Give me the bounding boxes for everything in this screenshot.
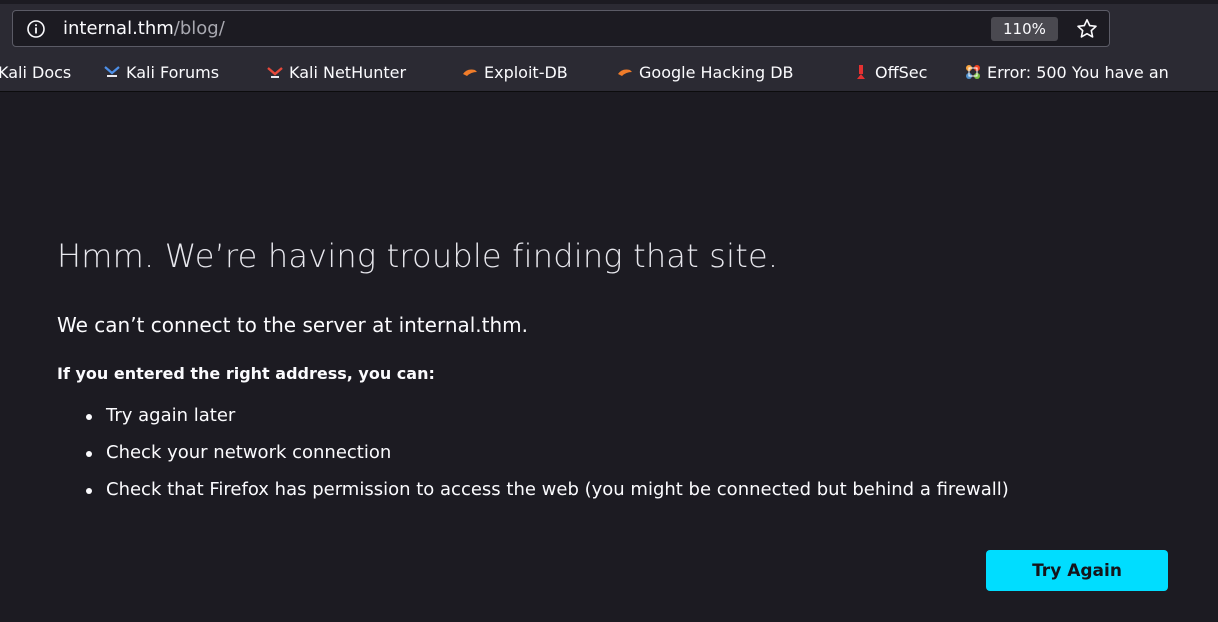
bookmark-label: Kali Forums — [126, 63, 220, 82]
list-item: Check your network connection — [84, 441, 1009, 478]
bookmark-label: Google Hacking DB — [639, 63, 794, 82]
joomla-icon — [966, 65, 980, 79]
try-again-button[interactable]: Try Again — [986, 550, 1168, 591]
page-title: Hmm. We’re having trouble finding that s… — [57, 237, 779, 275]
exploit-db-icon — [463, 69, 477, 76]
tab-strip-edge — [0, 0, 1218, 4]
bookmark-label: Exploit-DB — [484, 63, 568, 82]
zoom-indicator[interactable]: 110% — [991, 17, 1058, 41]
bookmark-error-500[interactable]: Error: 500 You have an — [964, 62, 1169, 84]
bookmark-label: Error: 500 You have an — [987, 63, 1169, 82]
kali-forums-icon — [104, 66, 120, 77]
ghdb-icon — [618, 69, 632, 76]
suggestions-heading: If you entered the right address, you ca… — [57, 364, 435, 383]
bookmark-star-icon[interactable] — [1075, 17, 1099, 41]
bookmark-exploit-db[interactable]: Exploit-DB — [461, 62, 568, 84]
suggestions-list: Try again later Check your network conne… — [84, 404, 1009, 515]
url-host: internal.thm — [63, 18, 174, 39]
bookmark-google-hacking-db[interactable]: Google Hacking DB — [616, 62, 794, 84]
url-path: /blog/ — [173, 18, 225, 39]
list-item: Try again later — [84, 404, 1009, 441]
bookmark-label: Kali Docs — [0, 63, 72, 82]
bookmarks-toolbar: Kali Docs Kali Forums Kali NetHunter Exp… — [0, 54, 1218, 92]
bookmark-kali-forums[interactable]: Kali Forums — [103, 62, 219, 84]
bookmark-label: Kali NetHunter — [289, 63, 407, 82]
offsec-icon — [857, 65, 865, 79]
info-icon[interactable] — [26, 19, 46, 39]
bookmark-label: OffSec — [875, 63, 928, 82]
url-text[interactable]: internal.thm/blog/ — [63, 18, 225, 40]
browser-toolbar: internal.thm/blog/ 110% — [0, 0, 1218, 54]
error-description: We can’t connect to the server at intern… — [57, 313, 529, 337]
address-bar[interactable]: internal.thm/blog/ 110% — [12, 10, 1110, 47]
error-page: Hmm. We’re having trouble finding that s… — [0, 92, 1218, 622]
bookmark-offsec[interactable]: OffSec — [852, 62, 927, 84]
kali-nethunter-icon — [267, 67, 283, 78]
bookmark-kali-docs[interactable]: Kali Docs — [0, 62, 71, 84]
list-item: Check that Firefox has permission to acc… — [84, 478, 1009, 515]
bookmark-kali-nethunter[interactable]: Kali NetHunter — [266, 62, 406, 84]
